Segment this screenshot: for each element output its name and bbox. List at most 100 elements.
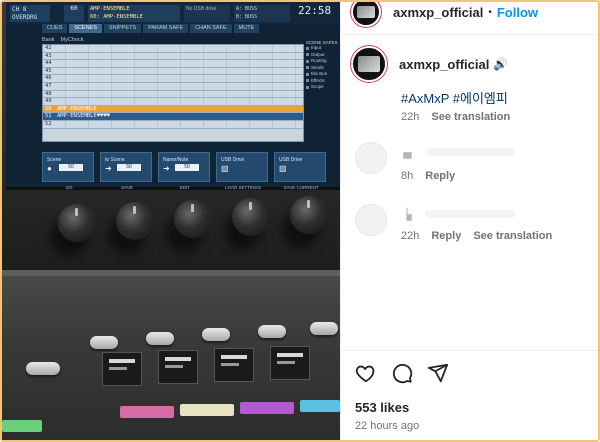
fader-key (90, 336, 118, 349)
color-key-blue (300, 400, 340, 412)
commenter-avatar[interactable] (355, 204, 387, 236)
channel-sub-label: OVERDRG (12, 14, 38, 21)
commenter-avatar[interactable] (355, 142, 387, 174)
post-side-panel: axmxp_official • Follow axmxp_official 🔊… (340, 2, 598, 440)
scene-row: 52 (43, 120, 303, 129)
knob (232, 198, 270, 236)
avatar[interactable] (351, 2, 381, 27)
caption-meta: 22h See translation (401, 111, 510, 123)
mixer-screen: CH 8 OVERDRG 60 AMP-ENSEMBLE 60: AMP-ENS… (6, 2, 340, 190)
screen-tab-scenes: SCENES (69, 24, 102, 33)
comment-time: 22h (401, 230, 420, 242)
scene-list: 42 43 44 45 46 47 48 49 50 AMP-ENSEMBLE 5… (42, 44, 304, 142)
fader-key (310, 322, 338, 335)
color-key-purple (240, 402, 294, 414)
color-key-green (2, 420, 42, 432)
usb-status: No USB drive (184, 5, 230, 22)
knob (116, 202, 154, 240)
avatar-image (357, 56, 381, 72)
comment-time: 8h (401, 170, 414, 182)
fader-key (26, 362, 60, 375)
comment-meta: 8h Reply (401, 170, 455, 182)
fader-key (258, 325, 286, 338)
screen-tab-chan-safe: CHAN SAFE (190, 24, 232, 33)
scene-row: 45 (43, 67, 303, 76)
channel-strip-display (102, 352, 142, 386)
separator-dot: • (488, 6, 492, 18)
screen-go-button: Scene ● 50 GO (42, 152, 94, 190)
screen-status-bar: CH 8 OVERDRG 60 AMP-ENSEMBLE 60: AMP-ENS… (6, 2, 340, 24)
scene-row-selected: 50 AMP-ENSEMBLE (43, 105, 303, 114)
scene-row: 44 (43, 60, 303, 68)
see-translation-link[interactable]: See translation (431, 111, 510, 123)
comment-icon[interactable] (391, 362, 413, 384)
arrow-icon: ➜ (105, 164, 112, 173)
bus-readout-line: B: BUSS (236, 14, 258, 20)
post-photo[interactable]: CH 8 OVERDRG 60 AMP-ENSEMBLE 60: AMP-ENS… (2, 2, 340, 440)
screenshot-frame: CH 8 OVERDRG 60 AMP-ENSEMBLE 60: AMP-ENS… (0, 0, 600, 442)
comment-text-redacted (425, 210, 515, 218)
follow-button[interactable]: Follow (497, 5, 538, 20)
knob (174, 200, 212, 238)
header-username[interactable]: axmxp_official (393, 5, 483, 20)
speaker-icon: 🔊 (493, 57, 509, 71)
comment: ▕▖ 22h Reply See translation (355, 204, 595, 248)
screen-tabs: CUES SCENES SNIPPETS PARAM SAFE CHAN SAF… (42, 24, 260, 33)
channel-strip-display (270, 346, 310, 380)
arrow-icon: ➜ (163, 164, 170, 173)
post-timestamp: 22 hours ago (355, 420, 420, 432)
caption-header: axmxp_official 🔊 (351, 46, 508, 82)
screen-subtabs: Bank MyChock (42, 37, 83, 43)
fader-key (202, 328, 230, 341)
caption-text[interactable]: #AxMxP #에이엠피 (401, 88, 508, 107)
reply-link[interactable]: Reply (425, 170, 455, 182)
rotary-knobs (48, 196, 340, 256)
commenter-name[interactable]: ▕▖ (399, 208, 416, 221)
screen-subtab: MyChock (60, 37, 84, 43)
screen-tab-snippets: SNIPPETS (103, 24, 142, 33)
channel-indicator: CH 8 OVERDRG (10, 5, 50, 22)
scene-row: 46 (43, 75, 303, 83)
channel-strip-display (158, 350, 198, 384)
color-key-cream (180, 404, 234, 416)
arrow-icon: ● (47, 164, 52, 173)
screen-button-row: Scene ● 50 GO to Scene ➜ 50 SAVE Name/No… (42, 152, 340, 190)
console-deck (2, 270, 340, 440)
usb-icon: ▧ (279, 164, 287, 173)
see-translation-link[interactable]: See translation (473, 230, 552, 242)
screen-load-button: USB Drive ▧ LOAD SETTINGS (216, 152, 268, 190)
screen-tab-cues: CUES (42, 24, 68, 33)
usb-icon: ▧ (221, 164, 229, 173)
scene-row: 42 (43, 45, 303, 53)
screen-save-current-button: USB Drive ▧ SAVE CURRENT (274, 152, 326, 190)
share-icon[interactable] (427, 362, 449, 384)
comment: ▗▖ 8h Reply (355, 142, 595, 186)
reply-link[interactable]: Reply (431, 230, 461, 242)
channel-strip-display (214, 348, 254, 382)
caption-username[interactable]: axmxp_official (399, 57, 489, 72)
scene-number: 60 (64, 5, 84, 22)
scene-row-next: 51 AMP-ENSEMBLE♥♥♥♥ (43, 113, 303, 121)
header-divider (341, 34, 598, 35)
commenter-name[interactable]: ▗▖ (399, 146, 416, 159)
comment-text-redacted (425, 148, 515, 156)
fader-key (146, 332, 174, 345)
screen-tab-mute: MUTE (233, 24, 260, 33)
screen-subtab: Bank (42, 37, 55, 43)
channel-label: CH 8 (12, 6, 27, 13)
post-actions (355, 362, 449, 384)
bus-readout-line: A: BUSS (236, 6, 258, 12)
screen-tab-param-safe: PARAM SAFE (143, 24, 189, 33)
scene-name-next: 60: AMP-ENSEMBLE (90, 14, 143, 20)
heart-icon[interactable] (355, 362, 377, 384)
comment-meta: 22h Reply See translation (401, 230, 552, 242)
caption-time[interactable]: 22h (401, 111, 419, 123)
screen-edit-button: Name/Note ➜ 50 EDIT (158, 152, 210, 190)
scene-row: 49 (43, 98, 303, 106)
likes-count[interactable]: 553 likes (355, 400, 409, 415)
scene-row: 47 (43, 82, 303, 91)
scene-safes-panel: SCENE SAFES Input Output Routing Sends M… (306, 40, 340, 110)
screen-clock: 22:58 (298, 4, 332, 17)
avatar-image (356, 5, 376, 19)
caption-avatar[interactable] (351, 46, 387, 82)
